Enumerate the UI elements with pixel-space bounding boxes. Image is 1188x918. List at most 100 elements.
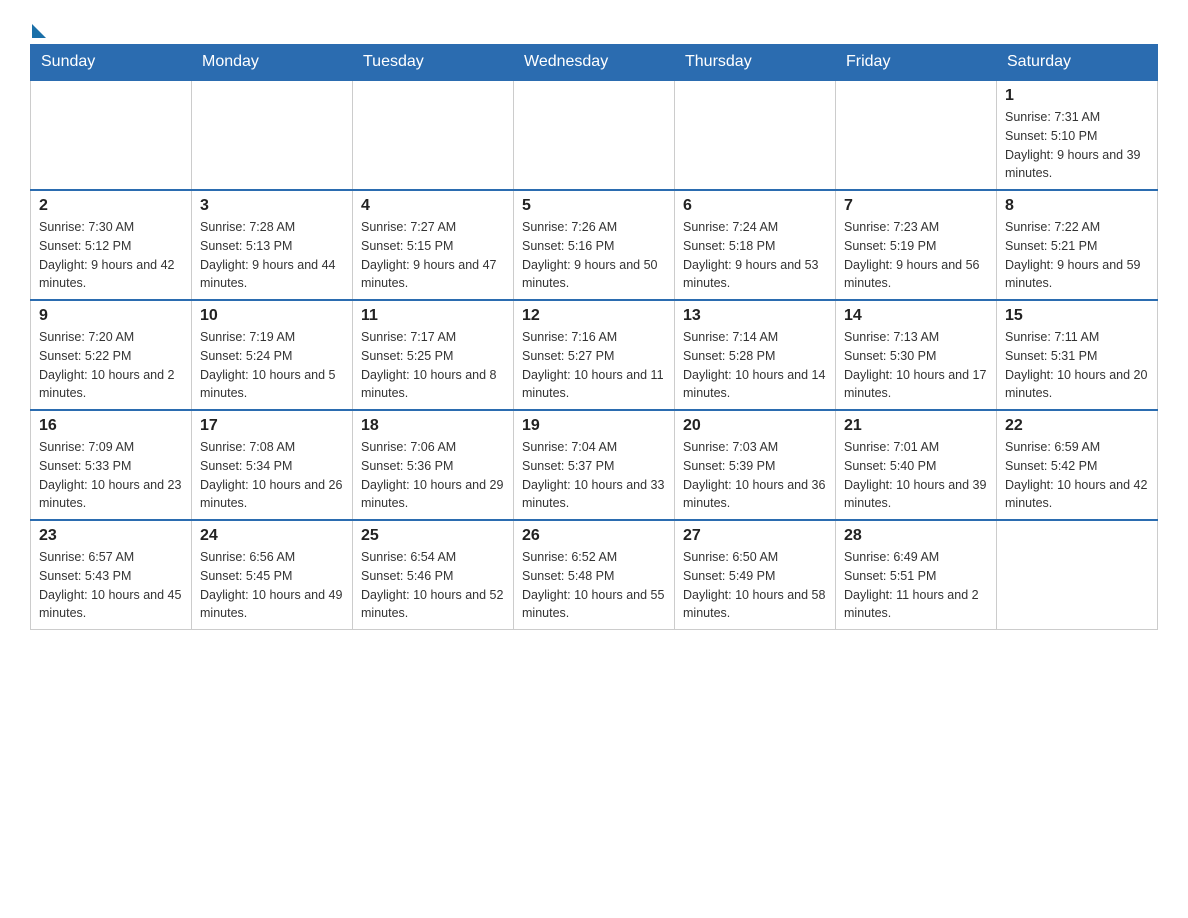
day-info: Sunrise: 7:26 AMSunset: 5:16 PMDaylight:… bbox=[522, 218, 666, 293]
day-number: 18 bbox=[361, 417, 505, 435]
day-info: Sunrise: 7:08 AMSunset: 5:34 PMDaylight:… bbox=[200, 438, 344, 513]
calendar-week-row: 16 Sunrise: 7:09 AMSunset: 5:33 PMDayligh… bbox=[31, 410, 1158, 520]
calendar-cell bbox=[514, 80, 675, 190]
calendar-week-row: 1 Sunrise: 7:31 AMSunset: 5:10 PMDaylight… bbox=[31, 80, 1158, 190]
calendar-cell: 12 Sunrise: 7:16 AMSunset: 5:27 PMDayligh… bbox=[514, 300, 675, 410]
day-number: 23 bbox=[39, 527, 183, 545]
weekday-header-friday: Friday bbox=[836, 45, 997, 81]
day-info: Sunrise: 7:01 AMSunset: 5:40 PMDaylight:… bbox=[844, 438, 988, 513]
calendar-cell: 7Sunrise: 7:23 AMSunset: 5:19 PMDaylight… bbox=[836, 190, 997, 300]
day-info: Sunrise: 7:23 AMSunset: 5:19 PMDaylight:… bbox=[844, 218, 988, 293]
logo bbox=[30, 20, 46, 34]
calendar-cell: 5 Sunrise: 7:26 AMSunset: 5:16 PMDaylight… bbox=[514, 190, 675, 300]
calendar-cell: 15 Sunrise: 7:11 AMSunset: 5:31 PMDayligh… bbox=[997, 300, 1158, 410]
calendar-week-row: 23 Sunrise: 6:57 AMSunset: 5:43 PMDayligh… bbox=[31, 520, 1158, 630]
day-number: 4 bbox=[361, 197, 505, 215]
weekday-header-row: SundayMondayTuesdayWednesdayThursdayFrid… bbox=[31, 45, 1158, 81]
calendar-cell: 2 Sunrise: 7:30 AMSunset: 5:12 PMDaylight… bbox=[31, 190, 192, 300]
calendar-cell: 19 Sunrise: 7:04 AMSunset: 5:37 PMDayligh… bbox=[514, 410, 675, 520]
calendar-cell: 3 Sunrise: 7:28 AMSunset: 5:13 PMDaylight… bbox=[192, 190, 353, 300]
day-number: 27 bbox=[683, 527, 827, 545]
day-number: 14 bbox=[844, 307, 988, 325]
calendar-cell: 17 Sunrise: 7:08 AMSunset: 5:34 PMDayligh… bbox=[192, 410, 353, 520]
calendar-cell: 28 Sunrise: 6:49 AMSunset: 5:51 PMDayligh… bbox=[836, 520, 997, 630]
calendar-cell: 10 Sunrise: 7:19 AMSunset: 5:24 PMDayligh… bbox=[192, 300, 353, 410]
weekday-header-saturday: Saturday bbox=[997, 45, 1158, 81]
calendar-cell: 8Sunrise: 7:22 AMSunset: 5:21 PMDaylight… bbox=[997, 190, 1158, 300]
calendar-cell bbox=[353, 80, 514, 190]
calendar-cell: 26 Sunrise: 6:52 AMSunset: 5:48 PMDayligh… bbox=[514, 520, 675, 630]
weekday-header-sunday: Sunday bbox=[31, 45, 192, 81]
logo-top bbox=[30, 20, 46, 38]
calendar-cell: 13Sunrise: 7:14 AMSunset: 5:28 PMDayligh… bbox=[675, 300, 836, 410]
calendar-cell: 16 Sunrise: 7:09 AMSunset: 5:33 PMDayligh… bbox=[31, 410, 192, 520]
day-number: 25 bbox=[361, 527, 505, 545]
day-number: 5 bbox=[522, 197, 666, 215]
day-number: 15 bbox=[1005, 307, 1149, 325]
day-number: 12 bbox=[522, 307, 666, 325]
day-number: 21 bbox=[844, 417, 988, 435]
calendar-cell: 1 Sunrise: 7:31 AMSunset: 5:10 PMDaylight… bbox=[997, 80, 1158, 190]
day-number: 8 bbox=[1005, 197, 1149, 215]
day-number: 24 bbox=[200, 527, 344, 545]
weekday-header-monday: Monday bbox=[192, 45, 353, 81]
day-info: Sunrise: 7:09 AMSunset: 5:33 PMDaylight:… bbox=[39, 438, 183, 513]
calendar-cell: 27 Sunrise: 6:50 AMSunset: 5:49 PMDayligh… bbox=[675, 520, 836, 630]
page-header bbox=[30, 20, 1158, 34]
day-info: Sunrise: 7:11 AMSunset: 5:31 PMDaylight:… bbox=[1005, 328, 1149, 403]
day-info: Sunrise: 7:19 AMSunset: 5:24 PMDaylight:… bbox=[200, 328, 344, 403]
calendar-cell bbox=[836, 80, 997, 190]
day-info: Sunrise: 7:24 AMSunset: 5:18 PMDaylight:… bbox=[683, 218, 827, 293]
calendar-week-row: 9Sunrise: 7:20 AMSunset: 5:22 PMDaylight… bbox=[31, 300, 1158, 410]
day-number: 16 bbox=[39, 417, 183, 435]
day-number: 3 bbox=[200, 197, 344, 215]
calendar-cell bbox=[675, 80, 836, 190]
day-number: 2 bbox=[39, 197, 183, 215]
day-info: Sunrise: 7:20 AMSunset: 5:22 PMDaylight:… bbox=[39, 328, 183, 403]
day-number: 10 bbox=[200, 307, 344, 325]
day-number: 1 bbox=[1005, 87, 1149, 105]
day-info: Sunrise: 7:06 AMSunset: 5:36 PMDaylight:… bbox=[361, 438, 505, 513]
calendar-cell: 9Sunrise: 7:20 AMSunset: 5:22 PMDaylight… bbox=[31, 300, 192, 410]
calendar-cell: 6 Sunrise: 7:24 AMSunset: 5:18 PMDaylight… bbox=[675, 190, 836, 300]
day-info: Sunrise: 7:04 AMSunset: 5:37 PMDaylight:… bbox=[522, 438, 666, 513]
calendar-table: SundayMondayTuesdayWednesdayThursdayFrid… bbox=[30, 44, 1158, 630]
logo-arrow-icon bbox=[32, 24, 46, 38]
day-info: Sunrise: 6:59 AMSunset: 5:42 PMDaylight:… bbox=[1005, 438, 1149, 513]
weekday-header-wednesday: Wednesday bbox=[514, 45, 675, 81]
day-info: Sunrise: 7:30 AMSunset: 5:12 PMDaylight:… bbox=[39, 218, 183, 293]
calendar-cell bbox=[31, 80, 192, 190]
calendar-cell bbox=[997, 520, 1158, 630]
day-info: Sunrise: 6:57 AMSunset: 5:43 PMDaylight:… bbox=[39, 548, 183, 623]
day-number: 19 bbox=[522, 417, 666, 435]
day-number: 13 bbox=[683, 307, 827, 325]
day-info: Sunrise: 7:16 AMSunset: 5:27 PMDaylight:… bbox=[522, 328, 666, 403]
calendar-week-row: 2 Sunrise: 7:30 AMSunset: 5:12 PMDaylight… bbox=[31, 190, 1158, 300]
calendar-cell: 23 Sunrise: 6:57 AMSunset: 5:43 PMDayligh… bbox=[31, 520, 192, 630]
day-info: Sunrise: 7:03 AMSunset: 5:39 PMDaylight:… bbox=[683, 438, 827, 513]
day-info: Sunrise: 7:27 AMSunset: 5:15 PMDaylight:… bbox=[361, 218, 505, 293]
day-info: Sunrise: 7:13 AMSunset: 5:30 PMDaylight:… bbox=[844, 328, 988, 403]
weekday-header-tuesday: Tuesday bbox=[353, 45, 514, 81]
day-info: Sunrise: 7:31 AMSunset: 5:10 PMDaylight:… bbox=[1005, 108, 1149, 183]
calendar-cell: 24 Sunrise: 6:56 AMSunset: 5:45 PMDayligh… bbox=[192, 520, 353, 630]
day-info: Sunrise: 7:17 AMSunset: 5:25 PMDaylight:… bbox=[361, 328, 505, 403]
day-number: 20 bbox=[683, 417, 827, 435]
day-number: 6 bbox=[683, 197, 827, 215]
day-info: Sunrise: 6:54 AMSunset: 5:46 PMDaylight:… bbox=[361, 548, 505, 623]
calendar-cell: 25 Sunrise: 6:54 AMSunset: 5:46 PMDayligh… bbox=[353, 520, 514, 630]
day-info: Sunrise: 7:28 AMSunset: 5:13 PMDaylight:… bbox=[200, 218, 344, 293]
day-number: 28 bbox=[844, 527, 988, 545]
calendar-cell: 21 Sunrise: 7:01 AMSunset: 5:40 PMDayligh… bbox=[836, 410, 997, 520]
day-number: 22 bbox=[1005, 417, 1149, 435]
day-number: 11 bbox=[361, 307, 505, 325]
day-info: Sunrise: 6:52 AMSunset: 5:48 PMDaylight:… bbox=[522, 548, 666, 623]
calendar-cell: 11 Sunrise: 7:17 AMSunset: 5:25 PMDayligh… bbox=[353, 300, 514, 410]
day-info: Sunrise: 6:49 AMSunset: 5:51 PMDaylight:… bbox=[844, 548, 988, 623]
day-info: Sunrise: 6:50 AMSunset: 5:49 PMDaylight:… bbox=[683, 548, 827, 623]
calendar-cell bbox=[192, 80, 353, 190]
day-number: 17 bbox=[200, 417, 344, 435]
day-number: 26 bbox=[522, 527, 666, 545]
day-info: Sunrise: 6:56 AMSunset: 5:45 PMDaylight:… bbox=[200, 548, 344, 623]
calendar-cell: 18 Sunrise: 7:06 AMSunset: 5:36 PMDayligh… bbox=[353, 410, 514, 520]
